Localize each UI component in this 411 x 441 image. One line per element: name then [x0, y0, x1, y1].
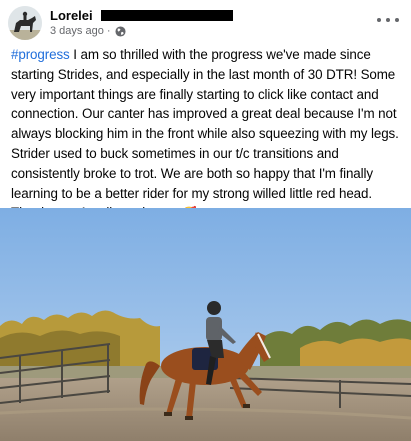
- post-meta: 3 days ago ·: [50, 25, 126, 37]
- globe-icon: [114, 25, 126, 37]
- redacted-surname: [100, 9, 233, 21]
- post-body: I am so thrilled with the progress we've…: [11, 47, 399, 220]
- author-name[interactable]: Lorelei: [50, 8, 93, 23]
- post-photo[interactable]: [0, 208, 411, 441]
- post-timestamp[interactable]: 3 days ago: [50, 25, 104, 37]
- author-avatar[interactable]: [8, 6, 42, 40]
- meta-separator: ·: [106, 25, 111, 37]
- post-header: Lorelei 3 days ago ·: [0, 0, 411, 44]
- post-text: #progress I am so thrilled with the prog…: [11, 45, 403, 224]
- more-options-icon[interactable]: [377, 12, 399, 28]
- hashtag-link[interactable]: #progress: [11, 47, 70, 62]
- author-row: Lorelei: [50, 7, 233, 23]
